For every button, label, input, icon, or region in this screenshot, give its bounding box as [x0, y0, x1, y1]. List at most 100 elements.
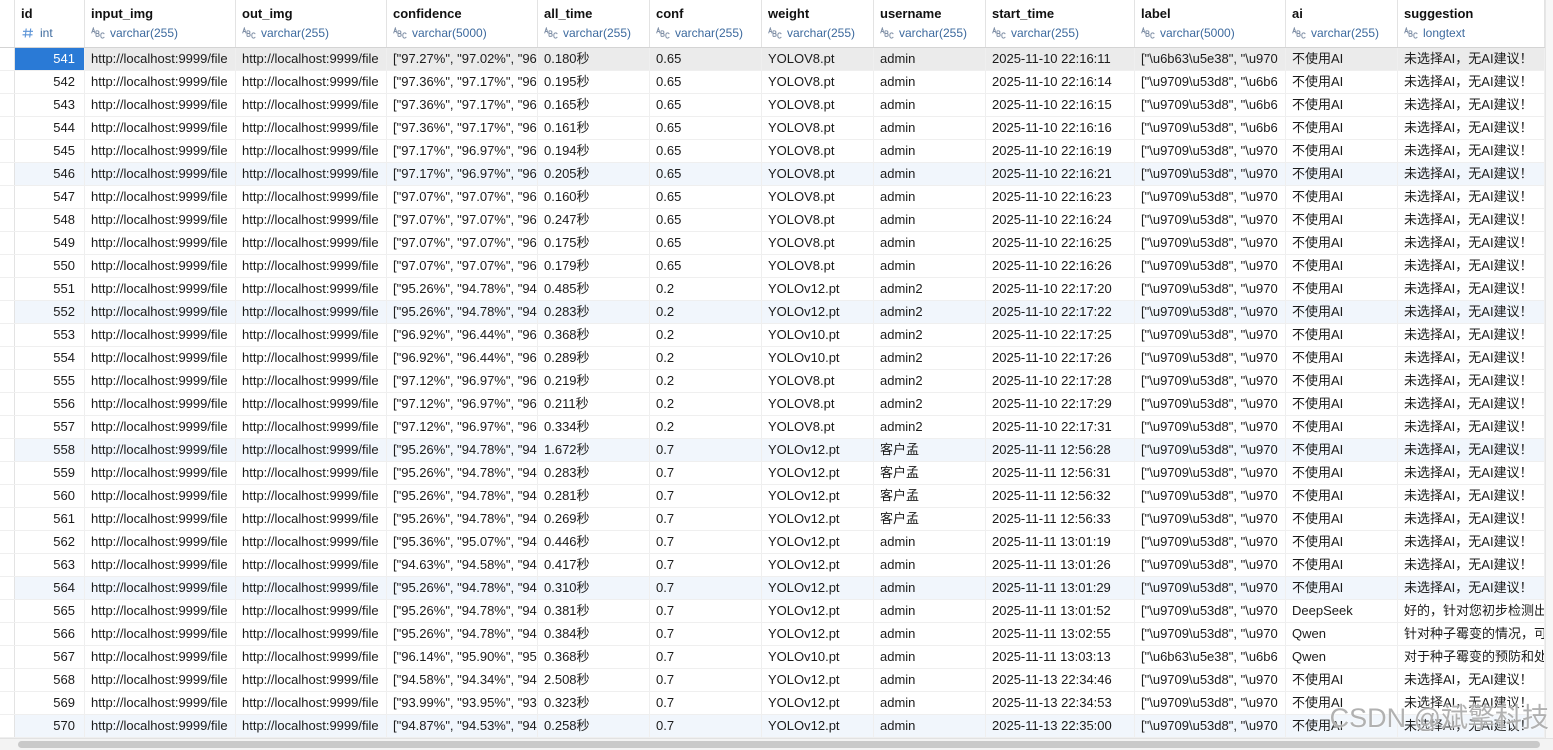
cell-ai[interactable]: 不使用AI — [1286, 393, 1398, 415]
cell-conf[interactable]: 0.7 — [650, 554, 762, 576]
cell-confidence[interactable]: ["94.87%", "94.53%", "94 — [387, 715, 538, 737]
cell-label[interactable]: ["\u9709\u53d8", "\u970 — [1135, 554, 1286, 576]
cell-ai[interactable]: 不使用AI — [1286, 347, 1398, 369]
cell-id[interactable]: 569 — [15, 692, 85, 714]
cell-label[interactable]: ["\u9709\u53d8", "\u970 — [1135, 485, 1286, 507]
cell-start-time[interactable]: 2025-11-13 22:35:00 — [986, 715, 1135, 737]
cell-label[interactable]: ["\u6b63\u5e38", "\u970 — [1135, 48, 1286, 70]
cell-input-img[interactable]: http://localhost:9999/file — [85, 370, 236, 392]
cell-weight[interactable]: YOLOV8.pt — [762, 140, 874, 162]
row-header[interactable] — [0, 71, 15, 93]
cell-username[interactable]: admin2 — [874, 324, 986, 346]
cell-out-img[interactable]: http://localhost:9999/file — [236, 94, 387, 116]
cell-conf[interactable]: 0.7 — [650, 577, 762, 599]
row-header[interactable] — [0, 163, 15, 185]
cell-weight[interactable]: YOLOv12.pt — [762, 278, 874, 300]
cell-confidence[interactable]: ["95.26%", "94.78%", "94 — [387, 623, 538, 645]
cell-username[interactable]: 客户孟 — [874, 485, 986, 507]
cell-username[interactable]: admin — [874, 232, 986, 254]
cell-label[interactable]: ["\u9709\u53d8", "\u970 — [1135, 301, 1286, 323]
row-header[interactable] — [0, 416, 15, 438]
cell-all-time[interactable]: 0.334秒 — [538, 416, 650, 438]
cell-confidence[interactable]: ["97.36%", "97.17%", "96 — [387, 71, 538, 93]
cell-ai[interactable]: 不使用AI — [1286, 209, 1398, 231]
cell-id[interactable]: 549 — [15, 232, 85, 254]
cell-all-time[interactable]: 0.205秒 — [538, 163, 650, 185]
cell-username[interactable]: admin — [874, 623, 986, 645]
row-header[interactable] — [0, 531, 15, 553]
cell-all-time[interactable]: 0.283秒 — [538, 462, 650, 484]
cell-conf[interactable]: 0.7 — [650, 692, 762, 714]
cell-weight[interactable]: YOLOv12.pt — [762, 439, 874, 461]
cell-out-img[interactable]: http://localhost:9999/file — [236, 347, 387, 369]
cell-conf[interactable]: 0.2 — [650, 347, 762, 369]
cell-start-time[interactable]: 2025-11-11 13:01:52 — [986, 600, 1135, 622]
cell-weight[interactable]: YOLOv12.pt — [762, 301, 874, 323]
cell-ai[interactable]: 不使用AI — [1286, 186, 1398, 208]
cell-username[interactable]: admin — [874, 692, 986, 714]
cell-suggestion[interactable]: 未选择AI，无AI建议！ — [1398, 531, 1545, 553]
cell-conf[interactable]: 0.7 — [650, 669, 762, 691]
row-header[interactable] — [0, 508, 15, 530]
cell-all-time[interactable]: 0.368秒 — [538, 324, 650, 346]
cell-weight[interactable]: YOLOv12.pt — [762, 531, 874, 553]
cell-id[interactable]: 552 — [15, 301, 85, 323]
cell-start-time[interactable]: 2025-11-11 12:56:31 — [986, 462, 1135, 484]
cell-conf[interactable]: 0.65 — [650, 48, 762, 70]
cell-label[interactable]: ["\u9709\u53d8", "\u970 — [1135, 600, 1286, 622]
cell-ai[interactable]: 不使用AI — [1286, 324, 1398, 346]
cell-suggestion[interactable]: 未选择AI，无AI建议！ — [1398, 370, 1545, 392]
cell-ai[interactable]: 不使用AI — [1286, 439, 1398, 461]
cell-ai[interactable]: Qwen — [1286, 646, 1398, 668]
cell-out-img[interactable]: http://localhost:9999/file — [236, 301, 387, 323]
cell-id[interactable]: 560 — [15, 485, 85, 507]
cell-confidence[interactable]: ["97.07%", "97.07%", "96 — [387, 186, 538, 208]
cell-input-img[interactable]: http://localhost:9999/file — [85, 232, 236, 254]
cell-conf[interactable]: 0.7 — [650, 485, 762, 507]
cell-all-time[interactable]: 0.165秒 — [538, 94, 650, 116]
cell-username[interactable]: admin — [874, 669, 986, 691]
cell-id[interactable]: 562 — [15, 531, 85, 553]
cell-username[interactable]: admin2 — [874, 278, 986, 300]
cell-start-time[interactable]: 2025-11-10 22:16:19 — [986, 140, 1135, 162]
cell-all-time[interactable]: 0.195秒 — [538, 71, 650, 93]
cell-start-time[interactable]: 2025-11-10 22:17:31 — [986, 416, 1135, 438]
cell-ai[interactable]: 不使用AI — [1286, 140, 1398, 162]
cell-id[interactable]: 547 — [15, 186, 85, 208]
column-header-id[interactable]: id int — [15, 0, 85, 47]
cell-out-img[interactable]: http://localhost:9999/file — [236, 623, 387, 645]
cell-out-img[interactable]: http://localhost:9999/file — [236, 209, 387, 231]
cell-all-time[interactable]: 0.446秒 — [538, 531, 650, 553]
row-header[interactable] — [0, 94, 15, 116]
cell-conf[interactable]: 0.65 — [650, 117, 762, 139]
cell-suggestion[interactable]: 未选择AI，无AI建议！ — [1398, 554, 1545, 576]
cell-start-time[interactable]: 2025-11-11 12:56:28 — [986, 439, 1135, 461]
cell-all-time[interactable]: 0.310秒 — [538, 577, 650, 599]
cell-suggestion[interactable]: 未选择AI，无AI建议！ — [1398, 301, 1545, 323]
cell-ai[interactable]: 不使用AI — [1286, 370, 1398, 392]
cell-conf[interactable]: 0.65 — [650, 209, 762, 231]
cell-username[interactable]: admin — [874, 140, 986, 162]
cell-suggestion[interactable]: 好的，针对您初步检测出的 — [1398, 600, 1545, 622]
cell-confidence[interactable]: ["97.07%", "97.07%", "96 — [387, 255, 538, 277]
cell-weight[interactable]: YOLOv12.pt — [762, 485, 874, 507]
cell-conf[interactable]: 0.7 — [650, 531, 762, 553]
cell-id[interactable]: 546 — [15, 163, 85, 185]
cell-conf[interactable]: 0.65 — [650, 94, 762, 116]
cell-all-time[interactable]: 0.175秒 — [538, 232, 650, 254]
row-header[interactable] — [0, 393, 15, 415]
cell-weight[interactable]: YOLOV8.pt — [762, 186, 874, 208]
cell-conf[interactable]: 0.7 — [650, 508, 762, 530]
cell-username[interactable]: admin — [874, 48, 986, 70]
cell-ai[interactable]: 不使用AI — [1286, 255, 1398, 277]
cell-id[interactable]: 559 — [15, 462, 85, 484]
cell-conf[interactable]: 0.2 — [650, 278, 762, 300]
cell-conf[interactable]: 0.2 — [650, 324, 762, 346]
cell-confidence[interactable]: ["97.36%", "97.17%", "96 — [387, 117, 538, 139]
cell-all-time[interactable]: 0.194秒 — [538, 140, 650, 162]
cell-out-img[interactable]: http://localhost:9999/file — [236, 646, 387, 668]
cell-input-img[interactable]: http://localhost:9999/file — [85, 209, 236, 231]
cell-suggestion[interactable]: 未选择AI，无AI建议！ — [1398, 232, 1545, 254]
cell-suggestion[interactable]: 未选择AI，无AI建议！ — [1398, 692, 1545, 714]
column-header-out-img[interactable]: out_img varchar(255) — [236, 0, 387, 47]
